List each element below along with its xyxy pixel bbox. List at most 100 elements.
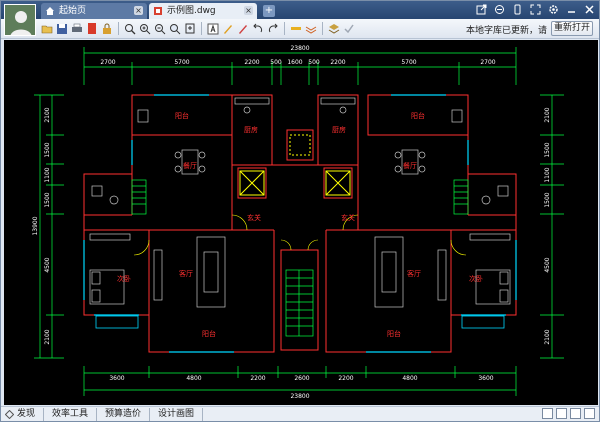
save-icon[interactable]: [56, 22, 68, 35]
export-icon[interactable]: [476, 4, 487, 15]
dim-bottom: 4800: [186, 375, 201, 382]
title-bar: 起始页 × 示例图.dwg × +: [1, 1, 599, 19]
dim-top: 2700: [100, 59, 115, 66]
close-icon[interactable]: ×: [244, 6, 253, 15]
crosshair-icon[interactable]: [556, 408, 567, 419]
user-avatar-icon: [5, 5, 35, 35]
room-label: 阳台: [202, 329, 216, 338]
room-label: 阳台: [411, 111, 425, 120]
zoom-out-icon[interactable]: [154, 22, 166, 35]
room-label: 餐厅: [183, 161, 197, 170]
pdf-icon[interactable]: [86, 22, 98, 35]
efficiency-tools-button[interactable]: 效率工具: [44, 408, 98, 421]
close-window-icon[interactable]: [584, 4, 595, 15]
mobile-icon[interactable]: [512, 4, 523, 15]
dim-right: 4500: [544, 257, 551, 272]
dim-top: 500: [308, 59, 320, 66]
pan-icon[interactable]: [184, 22, 196, 35]
dim-bottom: 2200: [338, 375, 353, 382]
discover-label: 发现: [17, 409, 36, 419]
brush-icon[interactable]: [237, 22, 249, 35]
stairs: [131, 179, 469, 337]
room-label: 玄关: [341, 213, 355, 222]
dim-left: 2100: [44, 329, 51, 344]
toolbar-separator: [201, 22, 202, 35]
close-icon[interactable]: ×: [134, 6, 143, 15]
text-icon[interactable]: [207, 22, 219, 35]
fullscreen-icon[interactable]: [530, 4, 541, 15]
room-label: 客厅: [407, 269, 421, 278]
room-label: 厨房: [332, 125, 346, 134]
furniture: [89, 97, 511, 308]
budget-pricing-button[interactable]: 预算造价: [97, 408, 151, 421]
pen-icon[interactable]: [222, 22, 234, 35]
avatar[interactable]: [4, 4, 36, 36]
dim-bottom: 4800: [402, 375, 417, 382]
dim-top-total: 23800: [290, 45, 309, 52]
zoom-window-icon[interactable]: [124, 22, 136, 35]
minimize-icon[interactable]: [566, 4, 577, 15]
zoom-in-icon[interactable]: [139, 22, 151, 35]
dim-left: 1100: [44, 167, 51, 182]
tab-label: 示例图.dwg: [167, 6, 216, 16]
room-label: 阳台: [175, 111, 189, 120]
layout-icon[interactable]: [542, 408, 553, 419]
dim-left-total: 13900: [32, 216, 39, 235]
dim-top: 1600: [287, 59, 302, 66]
toolbar: 本地字库已更新，请 重新打开: [1, 19, 599, 39]
open-icon[interactable]: [41, 22, 53, 35]
star-icon[interactable]: [570, 408, 581, 419]
drawing-canvas[interactable]: 23800 2700 5700 2200 500 1600 500 2200 5…: [4, 40, 598, 405]
dim-top: 2200: [244, 59, 259, 66]
tab-drawing[interactable]: 示例图.dwg ×: [149, 3, 257, 19]
expand-icon[interactable]: [584, 408, 595, 419]
dim-bottom: 3600: [478, 375, 493, 382]
status-bar: 发现 效率工具 预算造价 设计画图: [1, 406, 599, 421]
lock-icon[interactable]: [101, 22, 113, 35]
discover-button[interactable]: 发现: [5, 408, 45, 421]
reopen-button[interactable]: 重新打开: [551, 21, 593, 36]
layers-stack-icon[interactable]: [328, 22, 340, 35]
tab-start-page[interactable]: 起始页 ×: [41, 3, 147, 19]
print-icon[interactable]: [71, 22, 83, 35]
toolbar-separator: [322, 22, 323, 35]
right-dimensions: [540, 94, 564, 359]
undo-icon[interactable]: [252, 22, 264, 35]
measure-icon[interactable]: [305, 22, 317, 35]
dim-left: 1500: [44, 142, 51, 157]
dim-left: 4500: [44, 257, 51, 272]
dim-top: 500: [270, 59, 282, 66]
home-icon: [46, 7, 54, 15]
redo-icon[interactable]: [267, 22, 279, 35]
dim-bottom: 2600: [294, 375, 309, 382]
app-window: 起始页 × 示例图.dwg × + 本地字库已更新，请 重新打开 23800 2…: [0, 0, 600, 422]
room-label: 餐厅: [403, 161, 417, 170]
zoom-extents-icon[interactable]: [169, 22, 181, 35]
dim-right: 2100: [544, 329, 551, 344]
dim-right: 1500: [544, 192, 551, 207]
dim-right: 1500: [544, 142, 551, 157]
check-icon[interactable]: [343, 22, 355, 35]
room-label: 厨房: [244, 125, 258, 134]
walls: [83, 94, 517, 353]
dim-top: 5700: [174, 59, 189, 66]
dwg-file-icon: [154, 7, 162, 15]
dim-left: 2100: [44, 107, 51, 122]
room-label: 玄关: [247, 213, 261, 222]
dim-top: 5700: [401, 59, 416, 66]
layer-icon[interactable]: [290, 22, 302, 35]
dim-bottom: 3600: [109, 375, 124, 382]
settings-icon[interactable]: [548, 4, 559, 15]
room-label: 客厅: [179, 269, 193, 278]
dim-left: 1500: [44, 192, 51, 207]
dim-top: 2200: [330, 59, 345, 66]
room-label: 次卧: [469, 274, 483, 283]
cloud-icon[interactable]: [494, 4, 505, 15]
discover-icon: [5, 410, 14, 419]
new-tab-button[interactable]: +: [263, 5, 275, 17]
toolbar-separator: [118, 22, 119, 35]
doors: [133, 214, 467, 256]
floor-plan: 23800 2700 5700 2200 500 1600 500 2200 5…: [32, 45, 564, 400]
design-drawing-button[interactable]: 设计画图: [150, 408, 204, 421]
dim-top: 2700: [480, 59, 495, 66]
